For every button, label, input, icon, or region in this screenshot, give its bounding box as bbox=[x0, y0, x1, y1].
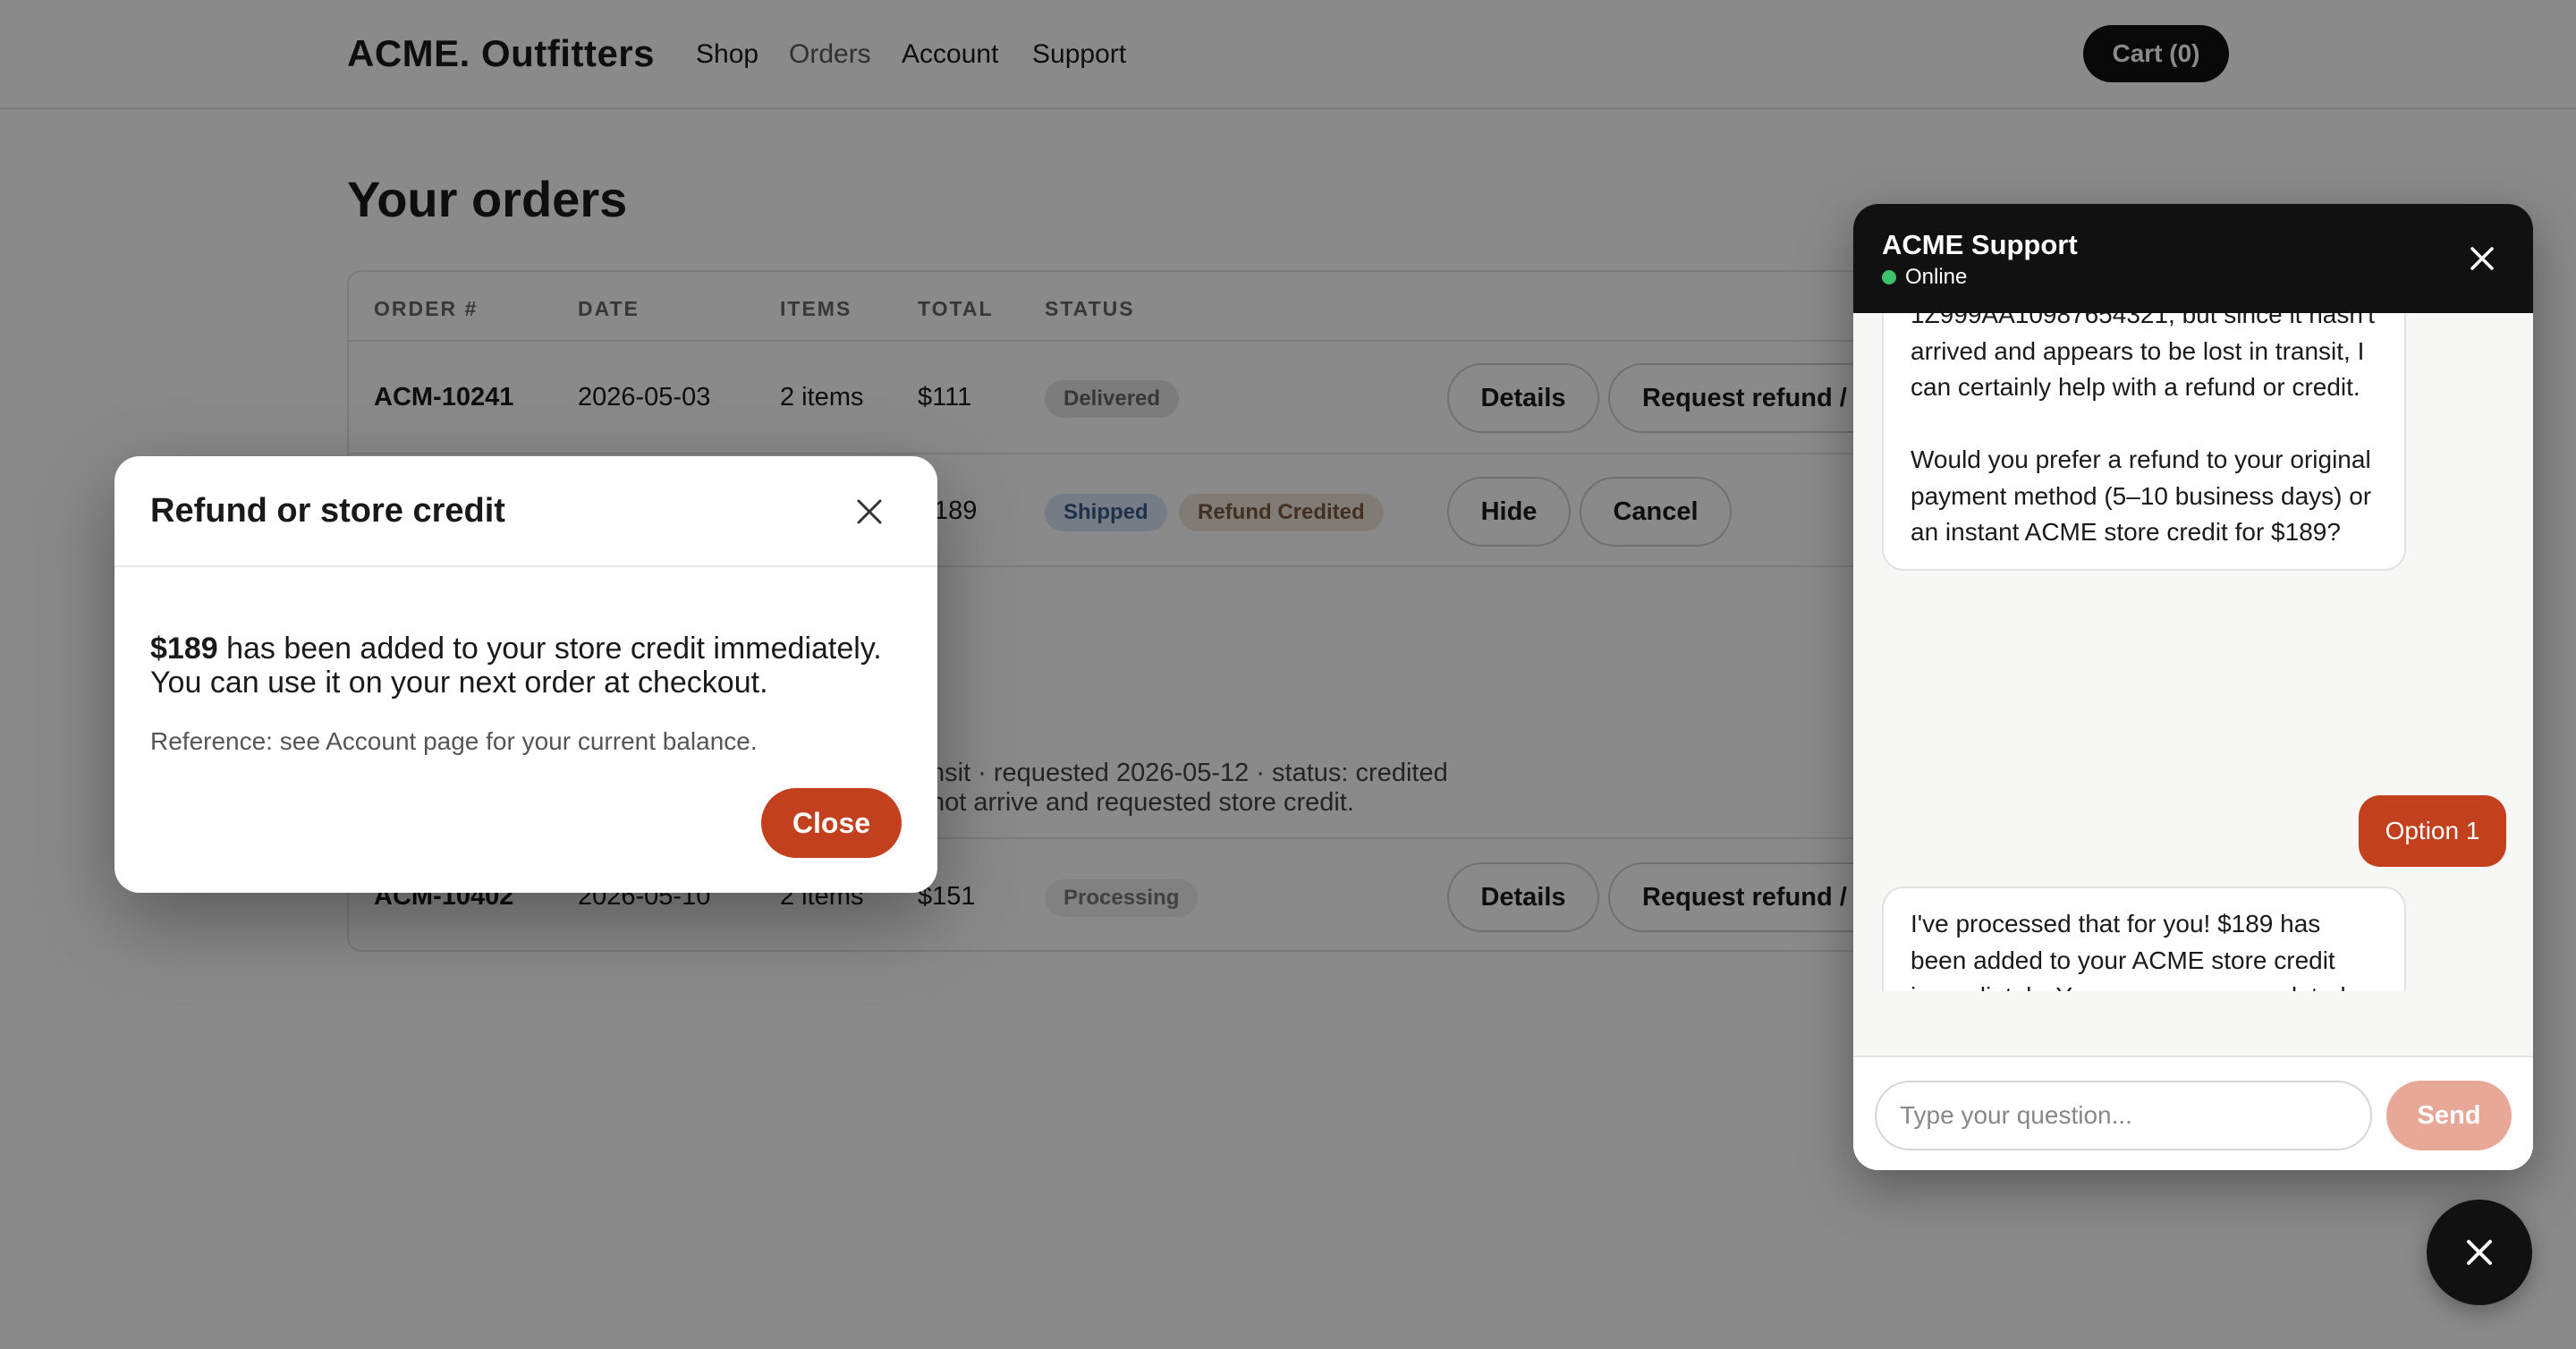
chat-toggle-button[interactable] bbox=[2427, 1200, 2532, 1305]
close-icon[interactable] bbox=[2465, 242, 2499, 276]
user-message: Option 1 bbox=[2359, 795, 2506, 867]
close-icon bbox=[2467, 1240, 2492, 1265]
credit-amount: $189 bbox=[150, 632, 218, 666]
close-button[interactable]: Close bbox=[761, 788, 902, 858]
close-icon[interactable] bbox=[850, 492, 889, 531]
chat-title: ACME Support bbox=[1882, 229, 2078, 260]
modal-header: Refund or store credit bbox=[114, 456, 937, 567]
chat-status: Online bbox=[1882, 265, 1967, 290]
refund-modal: Refund or store credit $189 has been add… bbox=[114, 456, 937, 893]
bot-message: 1Z999AA10987654321, but since it hasn't … bbox=[1882, 313, 2406, 571]
online-status-icon bbox=[1882, 270, 1896, 284]
bot-message: I've processed that for you! $189 has be… bbox=[1882, 887, 2406, 991]
send-button[interactable]: Send bbox=[2386, 1081, 2512, 1150]
chat-status-label: Online bbox=[1905, 265, 1968, 289]
modal-message: $189 has been added to your store credit… bbox=[150, 632, 911, 700]
modal-reference: Reference: see Account page for your cur… bbox=[150, 727, 758, 755]
chat-header: ACME Support Online bbox=[1853, 204, 2533, 313]
chat-footer: Send bbox=[1853, 1056, 2533, 1170]
chat-messages[interactable]: 1Z999AA10987654321, but since it hasn't … bbox=[1853, 313, 2533, 991]
support-chat-widget: ACME Support Online 1Z999AA10987654321, … bbox=[1853, 204, 2533, 1170]
chat-question-input[interactable] bbox=[1875, 1081, 2372, 1150]
modal-message-text: has been added to your store credit imme… bbox=[150, 632, 882, 700]
modal-title: Refund or store credit bbox=[150, 492, 505, 530]
